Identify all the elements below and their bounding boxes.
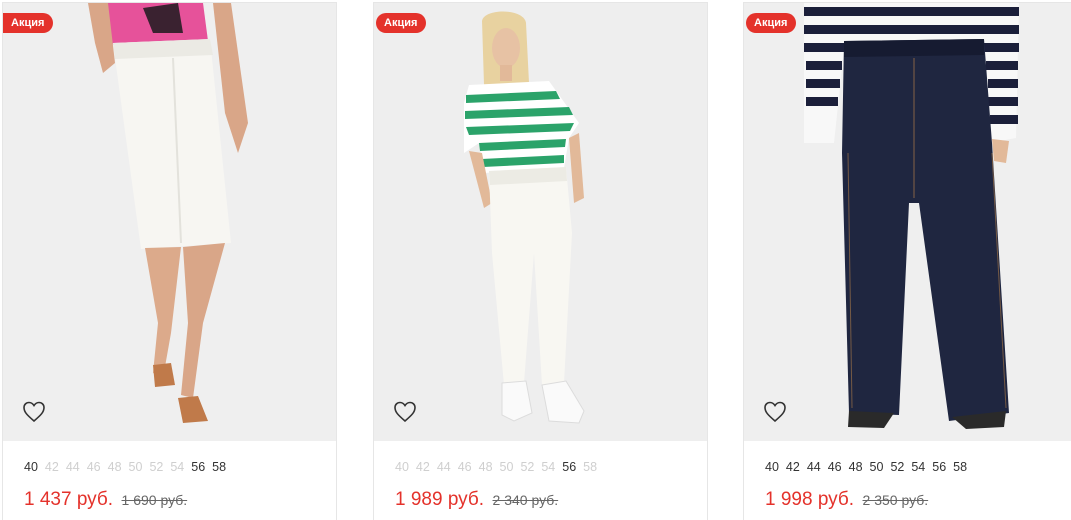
promo-badge: Акция	[3, 13, 54, 33]
size-option[interactable]: 46	[458, 460, 472, 474]
heart-outline-icon[interactable]	[763, 401, 787, 423]
size-option[interactable]: 58	[212, 460, 226, 474]
size-option[interactable]: 50	[500, 460, 514, 474]
size-option[interactable]: 58	[953, 460, 967, 474]
old-price: 2 340 руб.	[492, 492, 559, 508]
price-row: 1 998 руб. 2 350 руб.	[765, 489, 928, 511]
size-option[interactable]: 42	[786, 460, 800, 474]
size-option[interactable]: 42	[416, 460, 430, 474]
product-grid: Акция 40 42 44 46 48 50 52 54 56 58 1 43…	[0, 0, 1071, 520]
product-card[interactable]: Акция 40 42 44 46 48 50 52 54 56 58 1 43…	[2, 2, 337, 520]
size-option[interactable]: 56	[191, 460, 205, 474]
size-option[interactable]: 46	[87, 460, 101, 474]
size-option[interactable]: 48	[479, 460, 493, 474]
price-row: 1 437 руб. 1 690 руб.	[24, 489, 187, 511]
size-option[interactable]: 48	[849, 460, 863, 474]
old-price: 1 690 руб.	[121, 492, 188, 508]
size-option[interactable]: 44	[66, 460, 80, 474]
size-list: 40 42 44 46 48 50 52 54 56 58	[24, 460, 233, 474]
promo-badge: Акция	[376, 13, 427, 33]
promo-badge: Акция	[746, 13, 797, 33]
size-option[interactable]: 52	[149, 460, 163, 474]
current-price: 1 989 руб.	[395, 489, 485, 510]
size-option[interactable]: 46	[828, 460, 842, 474]
size-option[interactable]: 44	[437, 460, 451, 474]
size-option[interactable]: 54	[170, 460, 184, 474]
product-card[interactable]: Акция 40 42 44 46 48 50 52 54 56 58 1 98…	[373, 2, 708, 520]
product-photo[interactable]	[744, 3, 1071, 441]
old-price: 2 350 руб.	[862, 492, 929, 508]
size-option[interactable]: 54	[541, 460, 555, 474]
size-list: 40 42 44 46 48 50 52 54 56 58	[765, 460, 974, 474]
size-option[interactable]: 40	[24, 460, 38, 474]
size-option[interactable]: 54	[911, 460, 925, 474]
size-option[interactable]: 52	[890, 460, 904, 474]
size-option[interactable]: 56	[562, 460, 576, 474]
size-option[interactable]: 44	[807, 460, 821, 474]
heart-outline-icon[interactable]	[22, 401, 46, 423]
size-option[interactable]: 40	[765, 460, 779, 474]
price-row: 1 989 руб. 2 340 руб.	[395, 489, 558, 511]
current-price: 1 998 руб.	[765, 489, 855, 510]
size-option[interactable]: 48	[108, 460, 122, 474]
size-option[interactable]: 52	[520, 460, 534, 474]
size-option[interactable]: 58	[583, 460, 597, 474]
size-option[interactable]: 42	[45, 460, 59, 474]
heart-outline-icon[interactable]	[393, 401, 417, 423]
size-option[interactable]: 40	[395, 460, 409, 474]
product-card[interactable]: Акция 40 42 44 46 48 50 52 54 56 58 1 99…	[743, 2, 1071, 520]
product-photo[interactable]	[3, 3, 336, 441]
size-option[interactable]: 56	[932, 460, 946, 474]
current-price: 1 437 руб.	[24, 489, 114, 510]
product-photo[interactable]	[374, 3, 707, 441]
size-option[interactable]: 50	[870, 460, 884, 474]
size-list: 40 42 44 46 48 50 52 54 56 58	[395, 460, 604, 474]
size-option[interactable]: 50	[129, 460, 143, 474]
